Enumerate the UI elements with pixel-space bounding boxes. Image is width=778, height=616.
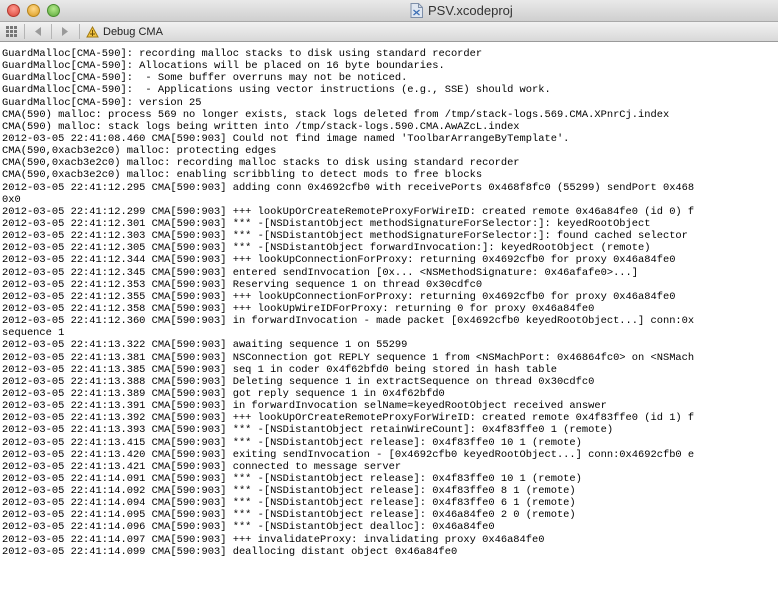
console-line: 2012-03-05 22:41:13.392 CMA[590:903] +++…: [2, 412, 695, 425]
console-line: 2012-03-05 22:41:13.391 CMA[590:903] in …: [2, 400, 607, 413]
console-line: 2012-03-05 22:41:14.097 CMA[590:903] +++…: [2, 533, 545, 546]
target-scheme-icon: [86, 25, 99, 37]
console-line: 2012-03-05 22:41:12.303 CMA[590:903] ***…: [2, 230, 688, 243]
console-line: 0x0: [2, 193, 21, 206]
console-line: GuardMalloc[CMA-590]: version 25: [2, 96, 202, 109]
jump-bar-label: Debug CMA: [103, 25, 163, 38]
toolbar-divider: [51, 24, 52, 39]
console-line: 2012-03-05 22:41:12.295 CMA[590:903] add…: [2, 181, 695, 194]
jump-bar: Debug CMA: [0, 22, 778, 42]
console-line: 2012-03-05 22:41:13.322 CMA[590:903] awa…: [2, 339, 408, 352]
console-line: 2012-03-05 22:41:12.305 CMA[590:903] ***…: [2, 242, 651, 255]
console-line: 2012-03-05 22:41:14.094 CMA[590:903] ***…: [2, 497, 576, 510]
console-line: GuardMalloc[CMA-590]: - Applications usi…: [2, 84, 551, 97]
console-line: 2012-03-05 22:41:13.389 CMA[590:903] got…: [2, 387, 445, 400]
zoom-window-button[interactable]: [47, 4, 60, 17]
console-line: GuardMalloc[CMA-590]: Allocations will b…: [2, 60, 445, 73]
console-line: 2012-03-05 22:41:13.381 CMA[590:903] NSC…: [2, 351, 695, 364]
console-line: CMA(590,0xacb3e2c0) malloc: recording ma…: [2, 157, 520, 170]
console-line: 2012-03-05 22:41:12.345 CMA[590:903] ent…: [2, 266, 639, 279]
console-line: CMA(590) malloc: process 569 no longer e…: [2, 108, 670, 121]
window-titlebar: PSV.xcodeproj: [0, 0, 778, 22]
console-line: 2012-03-05 22:41:13.420 CMA[590:903] exi…: [2, 448, 695, 461]
console-line: 2012-03-05 22:41:13.385 CMA[590:903] seq…: [2, 363, 557, 376]
console-line: CMA(590,0xacb3e2c0) malloc: enabling scr…: [2, 169, 483, 182]
console-line: 2012-03-05 22:41:12.355 CMA[590:903] +++…: [2, 290, 676, 303]
console-line: 2012-03-05 22:41:14.092 CMA[590:903] ***…: [2, 485, 576, 498]
console-line: 2012-03-05 22:41:12.344 CMA[590:903] +++…: [2, 254, 676, 267]
console-line: CMA(590,0xacb3e2c0) malloc: protecting e…: [2, 145, 277, 158]
console-line: 2012-03-05 22:41:13.421 CMA[590:903] con…: [2, 460, 402, 473]
console-line: GuardMalloc[CMA-590]: - Some buffer over…: [2, 72, 408, 85]
debug-console-output[interactable]: GuardMalloc[CMA-590]: recording malloc s…: [0, 48, 778, 616]
console-line: CMA(590) malloc: stack logs being writte…: [2, 120, 520, 133]
jump-bar-scheme-item[interactable]: Debug CMA: [86, 24, 163, 39]
project-file-icon: [410, 3, 423, 18]
console-line: 2012-03-05 22:41:12.353 CMA[590:903] Res…: [2, 278, 483, 291]
console-line: 2012-03-05 22:41:13.415 CMA[590:903] ***…: [2, 436, 582, 449]
toolbar-divider: [79, 24, 80, 39]
close-window-button[interactable]: [7, 4, 20, 17]
console-line: 2012-03-05 22:41:14.099 CMA[590:903] dea…: [2, 545, 458, 558]
forward-arrow-icon[interactable]: [58, 24, 72, 39]
toolbar-divider: [24, 24, 25, 39]
minimize-window-button[interactable]: [27, 4, 40, 17]
console-line: 2012-03-05 22:41:14.096 CMA[590:903] ***…: [2, 521, 495, 534]
console-line: GuardMalloc[CMA-590]: recording malloc s…: [2, 48, 483, 60]
console-line: 2012-03-05 22:41:08.460 CMA[590:903] Cou…: [2, 132, 570, 145]
grid-icon[interactable]: [4, 24, 18, 39]
console-line: 2012-03-05 22:41:13.388 CMA[590:903] Del…: [2, 375, 595, 388]
console-line: 2012-03-05 22:41:12.358 CMA[590:903] +++…: [2, 302, 595, 315]
window-title: PSV.xcodeproj: [428, 3, 513, 18]
console-line: 2012-03-05 22:41:12.360 CMA[590:903] in …: [2, 315, 695, 328]
console-line: sequence 1: [2, 327, 65, 340]
console-line: 2012-03-05 22:41:14.091 CMA[590:903] ***…: [2, 472, 582, 485]
console-line: 2012-03-05 22:41:12.301 CMA[590:903] ***…: [2, 217, 651, 230]
console-line: 2012-03-05 22:41:14.095 CMA[590:903] ***…: [2, 509, 576, 522]
console-line: 2012-03-05 22:41:12.299 CMA[590:903] +++…: [2, 205, 695, 218]
back-arrow-icon[interactable]: [31, 24, 45, 39]
console-line: 2012-03-05 22:41:13.393 CMA[590:903] ***…: [2, 424, 614, 437]
